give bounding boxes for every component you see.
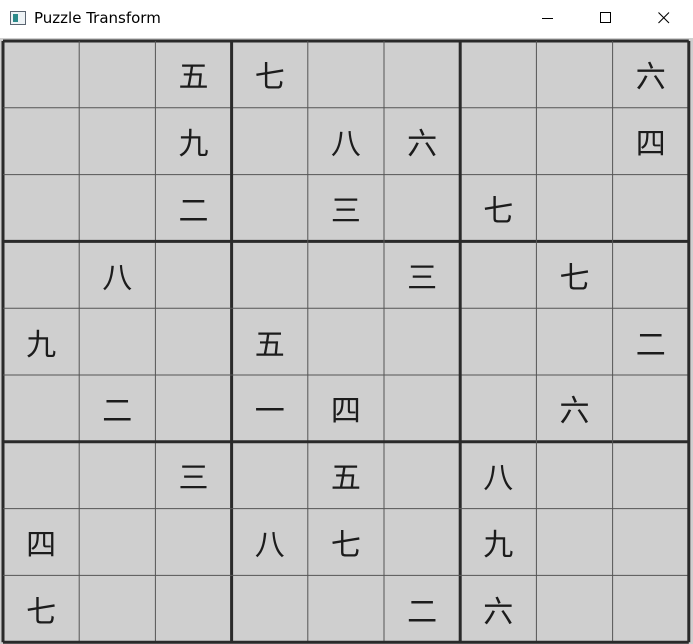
sudoku-cell[interactable]: 三: [308, 175, 384, 242]
maximize-button[interactable]: [583, 0, 629, 37]
sudoku-cell[interactable]: 九: [460, 509, 536, 576]
sudoku-cell[interactable]: [460, 241, 536, 308]
sudoku-cell[interactable]: 五: [308, 442, 384, 509]
sudoku-cell[interactable]: 三: [384, 241, 460, 308]
sudoku-cell[interactable]: [3, 108, 79, 175]
sudoku-cell[interactable]: [232, 175, 308, 242]
sudoku-cell[interactable]: 五: [232, 308, 308, 375]
sudoku-cell[interactable]: [460, 41, 536, 108]
sudoku-cell[interactable]: 七: [3, 575, 79, 642]
sudoku-cell[interactable]: [613, 509, 689, 576]
minimize-icon: [542, 18, 553, 19]
sudoku-cell[interactable]: [308, 308, 384, 375]
sudoku-cell[interactable]: 二: [613, 308, 689, 375]
sudoku-cell[interactable]: [155, 509, 231, 576]
sudoku-cell[interactable]: 九: [155, 108, 231, 175]
sudoku-cell[interactable]: 七: [460, 175, 536, 242]
sudoku-cell[interactable]: [536, 108, 612, 175]
sudoku-cell[interactable]: [536, 41, 612, 108]
sudoku-cell[interactable]: 八: [308, 108, 384, 175]
sudoku-cell[interactable]: 八: [460, 442, 536, 509]
sudoku-cell[interactable]: [79, 509, 155, 576]
sudoku-cell[interactable]: 二: [155, 175, 231, 242]
sudoku-cell[interactable]: [308, 41, 384, 108]
sudoku-cell[interactable]: [79, 308, 155, 375]
sudoku-board: 五七六九八六四二三七八三七九五二二一四六三五八四八七九七二六: [0, 38, 693, 644]
sudoku-cell[interactable]: 四: [613, 108, 689, 175]
sudoku-cell[interactable]: [384, 308, 460, 375]
sudoku-cell[interactable]: [232, 442, 308, 509]
sudoku-cell[interactable]: [460, 308, 536, 375]
sudoku-cell[interactable]: 七: [308, 509, 384, 576]
sudoku-cell[interactable]: [536, 442, 612, 509]
sudoku-cell[interactable]: [155, 375, 231, 442]
sudoku-cell[interactable]: 六: [536, 375, 612, 442]
close-icon: [658, 12, 670, 24]
sudoku-cell[interactable]: [79, 175, 155, 242]
title-bar[interactable]: Puzzle Transform: [0, 0, 693, 37]
sudoku-cell[interactable]: [384, 442, 460, 509]
sudoku-cell[interactable]: 七: [232, 41, 308, 108]
app-icon: [10, 11, 26, 25]
sudoku-cell[interactable]: 三: [155, 442, 231, 509]
sudoku-cell[interactable]: [536, 509, 612, 576]
sudoku-cell[interactable]: [3, 175, 79, 242]
sudoku-cell[interactable]: [308, 241, 384, 308]
close-button[interactable]: [641, 0, 687, 37]
sudoku-cell[interactable]: [79, 41, 155, 108]
sudoku-cell[interactable]: [3, 442, 79, 509]
sudoku-cell[interactable]: [536, 175, 612, 242]
sudoku-cell[interactable]: [155, 575, 231, 642]
sudoku-cell[interactable]: [3, 41, 79, 108]
sudoku-cell[interactable]: 一: [232, 375, 308, 442]
sudoku-cell[interactable]: [384, 41, 460, 108]
sudoku-cell[interactable]: [155, 241, 231, 308]
sudoku-cell[interactable]: [384, 509, 460, 576]
sudoku-cell[interactable]: 四: [308, 375, 384, 442]
sudoku-cell[interactable]: [613, 575, 689, 642]
sudoku-cell[interactable]: 六: [613, 41, 689, 108]
window-title: Puzzle Transform: [34, 9, 161, 27]
sudoku-cell[interactable]: 二: [79, 375, 155, 442]
sudoku-cell[interactable]: [232, 575, 308, 642]
sudoku-cell[interactable]: [613, 175, 689, 242]
sudoku-cell[interactable]: [613, 375, 689, 442]
sudoku-cell[interactable]: [536, 308, 612, 375]
sudoku-cell[interactable]: [79, 108, 155, 175]
sudoku-cell[interactable]: [460, 108, 536, 175]
sudoku-cell[interactable]: [155, 308, 231, 375]
sudoku-cell[interactable]: 五: [155, 41, 231, 108]
sudoku-cell[interactable]: 八: [232, 509, 308, 576]
sudoku-cell[interactable]: [613, 241, 689, 308]
minimize-button[interactable]: [525, 0, 571, 37]
sudoku-cell[interactable]: 四: [3, 509, 79, 576]
sudoku-cell[interactable]: [384, 175, 460, 242]
sudoku-cell[interactable]: [232, 108, 308, 175]
sudoku-cell[interactable]: 七: [536, 241, 612, 308]
sudoku-cell[interactable]: [613, 442, 689, 509]
maximize-icon: [600, 12, 611, 23]
sudoku-cell[interactable]: 八: [79, 241, 155, 308]
sudoku-cell[interactable]: [384, 375, 460, 442]
sudoku-cell[interactable]: [460, 375, 536, 442]
sudoku-cell[interactable]: [3, 375, 79, 442]
sudoku-cell[interactable]: 二: [384, 575, 460, 642]
sudoku-cell[interactable]: [79, 442, 155, 509]
sudoku-cell[interactable]: 九: [3, 308, 79, 375]
sudoku-cell[interactable]: [308, 575, 384, 642]
sudoku-cell[interactable]: [3, 241, 79, 308]
sudoku-cell[interactable]: 六: [460, 575, 536, 642]
sudoku-cell[interactable]: [232, 241, 308, 308]
sudoku-cell[interactable]: [536, 575, 612, 642]
sudoku-cell[interactable]: 六: [384, 108, 460, 175]
sudoku-cell[interactable]: [79, 575, 155, 642]
